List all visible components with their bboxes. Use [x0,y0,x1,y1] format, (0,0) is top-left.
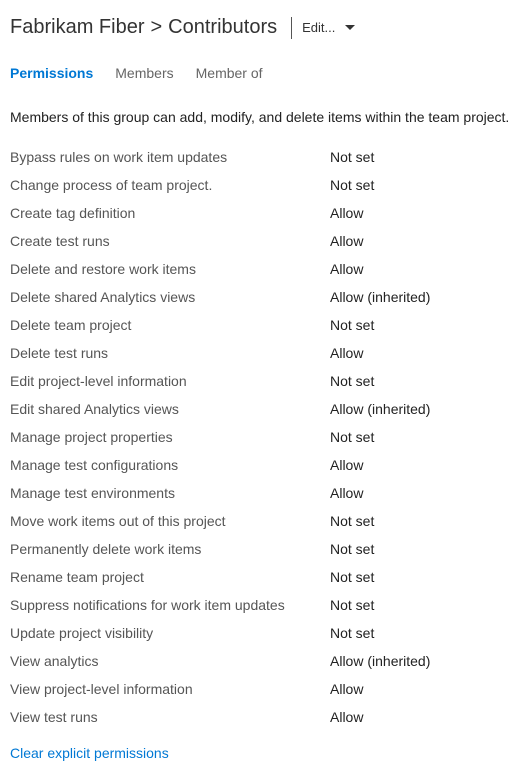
permission-row: Delete test runsAllow [10,339,521,367]
permissions-table: Bypass rules on work item updatesNot set… [10,143,521,731]
permission-value[interactable]: Not set [330,373,374,389]
permission-label: Update project visibility [10,625,330,641]
permission-row: Move work items out of this projectNot s… [10,507,521,535]
permission-label: View test runs [10,709,330,725]
permission-value[interactable]: Not set [330,513,374,529]
permission-row: Edit shared Analytics viewsAllow (inheri… [10,395,521,423]
permission-value[interactable]: Allow [330,457,363,473]
edit-dropdown[interactable]: Edit... [302,20,355,35]
permission-row: Manage test configurationsAllow [10,451,521,479]
permission-row: Manage project propertiesNot set [10,423,521,451]
breadcrumb-separator: > [150,16,162,39]
permission-label: Manage test environments [10,485,330,501]
permission-value[interactable]: Not set [330,177,374,193]
permission-label: Delete shared Analytics views [10,289,330,305]
group-description: Members of this group can add, modify, a… [10,109,521,125]
permission-value[interactable]: Allow (inherited) [330,653,430,669]
permission-value[interactable]: Allow [330,233,363,249]
chevron-down-icon [345,25,355,31]
permission-row: Change process of team project.Not set [10,171,521,199]
permission-value[interactable]: Not set [330,429,374,445]
breadcrumb-parent[interactable]: Fabrikam Fiber [10,16,144,39]
permission-value[interactable]: Allow [330,681,363,697]
permission-row: View project-level informationAllow [10,675,521,703]
permission-value[interactable]: Allow (inherited) [330,289,430,305]
permission-label: Delete test runs [10,345,330,361]
permission-label: Bypass rules on work item updates [10,149,330,165]
tab-permissions[interactable]: Permissions [10,65,93,85]
page-header: Fabrikam Fiber > Contributors Edit... [10,16,521,39]
permission-value[interactable]: Allow [330,345,363,361]
permission-row: View test runsAllow [10,703,521,731]
permission-value[interactable]: Not set [330,149,374,165]
permission-label: Manage test configurations [10,457,330,473]
tab-members[interactable]: Members [115,65,173,85]
permission-label: Create test runs [10,233,330,249]
permission-label: Manage project properties [10,429,330,445]
permission-label: Permanently delete work items [10,541,330,557]
permission-row: Delete shared Analytics viewsAllow (inhe… [10,283,521,311]
permission-label: View project-level information [10,681,330,697]
permission-value[interactable]: Allow (inherited) [330,401,430,417]
permission-row: Rename team projectNot set [10,563,521,591]
edit-dropdown-label: Edit... [302,20,335,35]
permission-row: View analyticsAllow (inherited) [10,647,521,675]
permission-label: Edit project-level information [10,373,330,389]
permission-row: Update project visibilityNot set [10,619,521,647]
permission-label: Delete and restore work items [10,261,330,277]
permission-row: Bypass rules on work item updatesNot set [10,143,521,171]
permission-value[interactable]: Not set [330,541,374,557]
breadcrumb-current[interactable]: Contributors [168,16,277,39]
tabs: Permissions Members Member of [10,65,521,85]
permission-value[interactable]: Allow [330,205,363,221]
permission-row: Create test runsAllow [10,227,521,255]
permission-label: Edit shared Analytics views [10,401,330,417]
permission-row: Delete team projectNot set [10,311,521,339]
permission-value[interactable]: Allow [330,261,363,277]
permission-row: Edit project-level informationNot set [10,367,521,395]
permission-value[interactable]: Not set [330,625,374,641]
permission-value[interactable]: Not set [330,569,374,585]
permission-label: View analytics [10,653,330,669]
permission-label: Delete team project [10,317,330,333]
permission-row: Permanently delete work itemsNot set [10,535,521,563]
permission-value[interactable]: Allow [330,709,363,725]
header-divider [291,17,292,39]
permission-label: Move work items out of this project [10,513,330,529]
permission-row: Suppress notifications for work item upd… [10,591,521,619]
permission-label: Create tag definition [10,205,330,221]
permission-row: Delete and restore work itemsAllow [10,255,521,283]
permission-row: Create tag definitionAllow [10,199,521,227]
permission-row: Manage test environmentsAllow [10,479,521,507]
permission-label: Change process of team project. [10,177,330,193]
permission-value[interactable]: Not set [330,317,374,333]
tab-member-of[interactable]: Member of [196,65,263,85]
permission-value[interactable]: Not set [330,597,374,613]
permission-label: Suppress notifications for work item upd… [10,597,330,613]
permission-value[interactable]: Allow [330,485,363,501]
clear-permissions-link[interactable]: Clear explicit permissions [10,745,169,761]
permission-label: Rename team project [10,569,330,585]
